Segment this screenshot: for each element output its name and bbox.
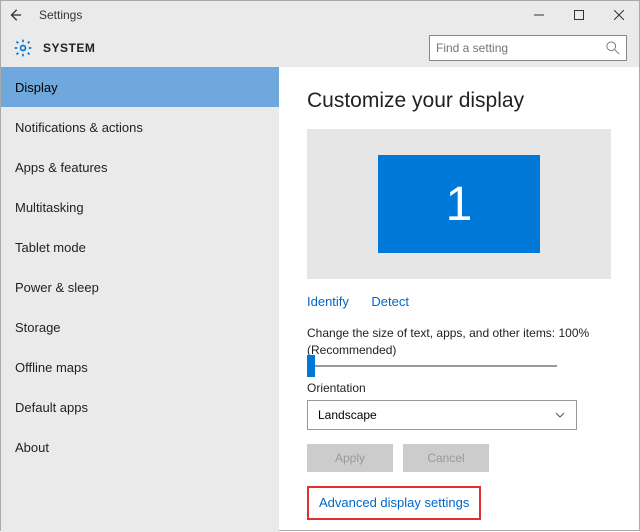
minimize-icon bbox=[534, 10, 544, 20]
minimize-button[interactable] bbox=[519, 1, 559, 29]
button-row: Apply Cancel bbox=[307, 444, 611, 472]
scale-slider[interactable] bbox=[307, 365, 611, 367]
maximize-icon bbox=[574, 10, 584, 20]
sidebar-item-multitasking[interactable]: Multitasking bbox=[1, 187, 279, 227]
sidebar-item-label: Storage bbox=[15, 320, 61, 335]
sidebar-item-label: Offline maps bbox=[15, 360, 88, 375]
sidebar-item-label: Apps & features bbox=[15, 160, 108, 175]
sidebar-item-apps[interactable]: Apps & features bbox=[1, 147, 279, 187]
sidebar-item-about[interactable]: About bbox=[1, 427, 279, 467]
header: SYSTEM bbox=[1, 29, 639, 67]
sidebar-item-label: Tablet mode bbox=[15, 240, 86, 255]
sidebar-item-label: Display bbox=[15, 80, 58, 95]
sidebar-item-offline-maps[interactable]: Offline maps bbox=[1, 347, 279, 387]
monitor-1[interactable]: 1 bbox=[378, 155, 540, 253]
slider-thumb[interactable] bbox=[307, 355, 315, 377]
apply-button: Apply bbox=[307, 444, 393, 472]
search-box[interactable] bbox=[429, 35, 627, 61]
identify-link[interactable]: Identify bbox=[307, 294, 349, 309]
detect-link[interactable]: Detect bbox=[371, 294, 409, 309]
cancel-button: Cancel bbox=[403, 444, 489, 472]
sidebar: Display Notifications & actions Apps & f… bbox=[1, 67, 279, 532]
window-title: Settings bbox=[39, 8, 82, 22]
chevron-down-icon bbox=[554, 409, 566, 421]
search-icon bbox=[606, 41, 620, 55]
maximize-button[interactable] bbox=[559, 1, 599, 29]
sidebar-item-tablet[interactable]: Tablet mode bbox=[1, 227, 279, 267]
close-icon bbox=[614, 10, 624, 20]
display-preview: 1 bbox=[307, 129, 611, 279]
monitor-number: 1 bbox=[446, 177, 473, 232]
scale-label: Change the size of text, apps, and other… bbox=[307, 325, 611, 359]
sidebar-item-notifications[interactable]: Notifications & actions bbox=[1, 107, 279, 147]
back-button[interactable] bbox=[1, 1, 29, 29]
display-actions: Identify Detect bbox=[307, 293, 611, 311]
page-title: Customize your display bbox=[307, 89, 611, 113]
back-arrow-icon bbox=[8, 8, 22, 22]
sidebar-item-label: Notifications & actions bbox=[15, 120, 143, 135]
sidebar-item-label: About bbox=[15, 440, 49, 455]
button-label: Cancel bbox=[427, 451, 464, 465]
search-input[interactable] bbox=[436, 41, 606, 55]
gear-icon bbox=[13, 38, 33, 58]
titlebar: Settings bbox=[1, 1, 639, 29]
sidebar-item-storage[interactable]: Storage bbox=[1, 307, 279, 347]
sidebar-item-default-apps[interactable]: Default apps bbox=[1, 387, 279, 427]
button-label: Apply bbox=[335, 451, 365, 465]
select-value: Landscape bbox=[318, 408, 377, 422]
advanced-display-link[interactable]: Advanced display settings bbox=[319, 495, 469, 510]
orientation-select[interactable]: Landscape bbox=[307, 400, 577, 430]
close-button[interactable] bbox=[599, 1, 639, 29]
header-title: SYSTEM bbox=[43, 41, 95, 55]
content: Customize your display 1 Identify Detect… bbox=[279, 67, 639, 532]
highlight-box: Advanced display settings bbox=[307, 486, 481, 520]
sidebar-item-label: Multitasking bbox=[15, 200, 84, 215]
orientation-label: Orientation bbox=[307, 381, 611, 395]
sidebar-item-power[interactable]: Power & sleep bbox=[1, 267, 279, 307]
sidebar-item-display[interactable]: Display bbox=[1, 67, 279, 107]
sidebar-item-label: Power & sleep bbox=[15, 280, 99, 295]
sidebar-item-label: Default apps bbox=[15, 400, 88, 415]
slider-track bbox=[307, 365, 557, 367]
